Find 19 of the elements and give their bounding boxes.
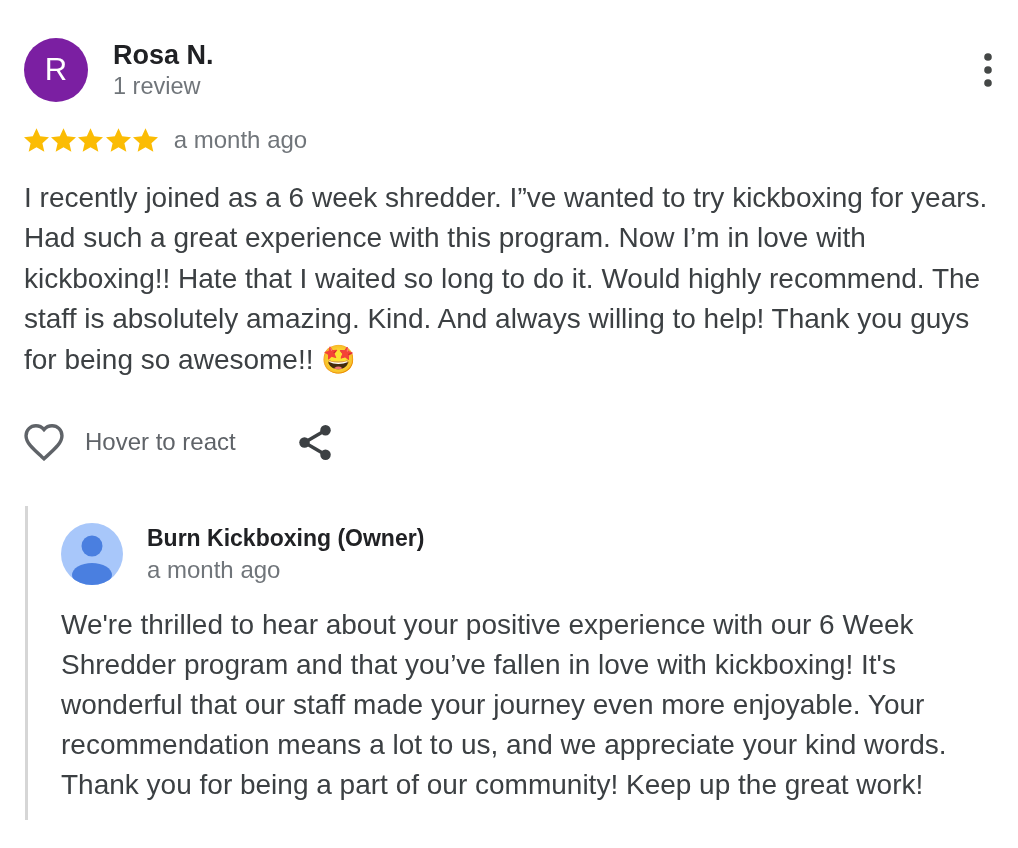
- review-count: 1 review: [113, 72, 202, 101]
- reply-time: a month ago: [147, 555, 282, 586]
- star-icon: [78, 128, 104, 152]
- person-avatar-icon: [61, 523, 123, 586]
- heart-icon: [24, 423, 64, 461]
- user-avatar: R: [24, 38, 88, 102]
- more-vertical-icon: [984, 53, 992, 87]
- star-icon: [51, 128, 77, 152]
- react-button[interactable]: Hover to react: [24, 423, 236, 461]
- share-icon: [298, 424, 331, 460]
- owner-name: Burn Kickboxing (Owner): [147, 524, 425, 554]
- star-icon: [105, 128, 131, 152]
- review-time: a month ago: [173, 128, 308, 152]
- star-icon: [24, 128, 49, 152]
- review-text: I recently joined as a 6 week shredder. I”ve wanted to try kickboxing for years. Had such a great experience with this program. Now I’m in love with kickboxing!! Hate that I waited so long to do it. Would highly recommend. The staff is absolutely amazing. Kind. And always willing to help! Thank you guys for being so awesome!! 🤩: [24, 180, 989, 377]
- star-icon: [132, 128, 158, 152]
- reviewer-name: Rosa N.: [113, 39, 214, 71]
- share-button[interactable]: [298, 424, 331, 460]
- reply-text: We're thrilled to hear about your positive experience with our 6 Week Shredder program and that you’ve fallen in love with kickboxing! It's wonderful that our staff made your journey even more enjoyable. Your recommendation means a lot to us, and we appreciate your kind words. Thank you for being a part of our community! Keep up the great work!: [61, 608, 948, 803]
